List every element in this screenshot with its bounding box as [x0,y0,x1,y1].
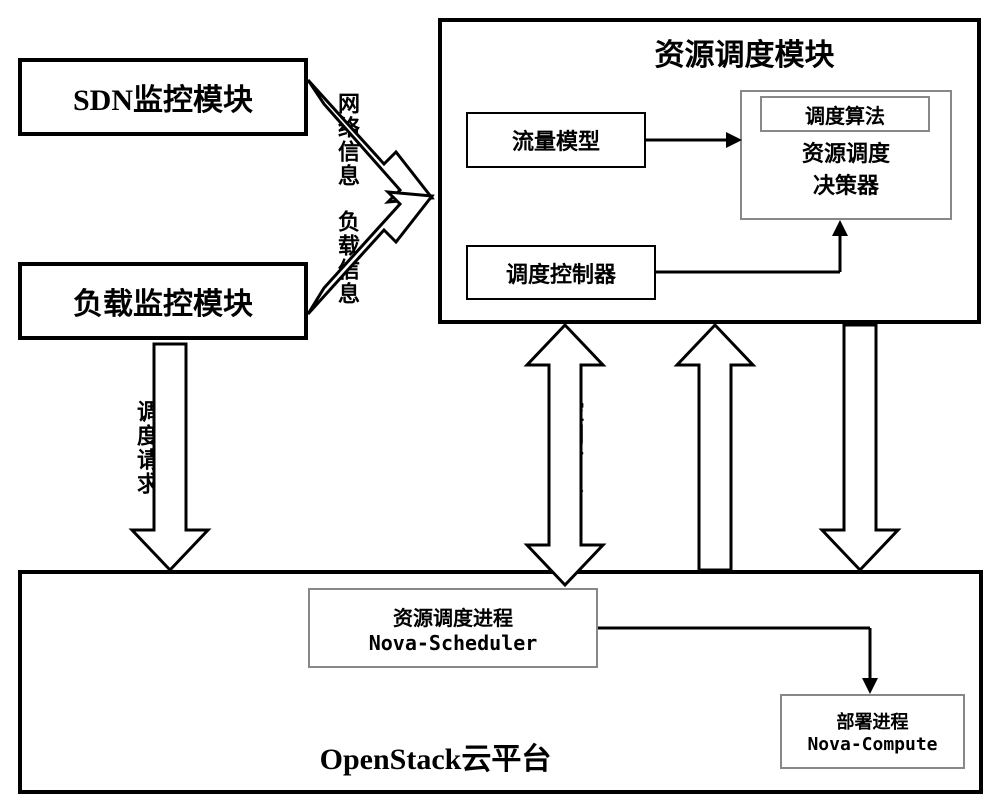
load-monitor-box: 负载监控模块 [18,262,308,340]
nova-compute-line1: 部署进程 [837,708,909,734]
schedule-controller-box: 调度控制器 [466,245,656,300]
nova-compute-line2: Nova-Compute [807,734,937,755]
nova-compute-box: 部署进程 Nova-Compute [780,694,965,769]
network-info-label: 网络信息 [331,92,363,188]
nova-scheduler-line1: 资源调度进程 [393,602,513,631]
nova-scheduler-line2: Nova-Scheduler [369,631,538,655]
nova-scheduler-box: 资源调度进程 Nova-Scheduler [308,588,598,668]
control-info-label: 控制信息 [555,400,587,496]
schedule-controller-label: 调度控制器 [506,257,616,289]
sdn-monitor-label: SDN监控模块 [73,75,253,119]
traffic-model-label: 流量模型 [512,124,600,156]
schedule-request-label: 调度请求 [130,400,162,496]
load-monitor-label: 负载监控模块 [73,279,253,323]
network-info-arrow [308,80,432,202]
decision-maker-label2: 决策器 [813,168,879,200]
load-info-arrow [308,192,432,314]
schedule-algorithm-box: 调度算法 [760,96,930,132]
openstack-title: OpenStack云平台 [320,734,552,778]
decision-result-label: 决策结果 [848,400,880,496]
quota-info-label: 配额信息 [703,400,735,496]
decision-maker-label1: 资源调度 [802,136,890,168]
sdn-monitor-box: SDN监控模块 [18,58,308,136]
traffic-model-box: 流量模型 [466,112,646,168]
load-info-label: 负载信息 [331,210,363,306]
resource-schedule-title: 资源调度模块 [655,30,835,74]
schedule-algorithm-label: 调度算法 [805,100,885,129]
